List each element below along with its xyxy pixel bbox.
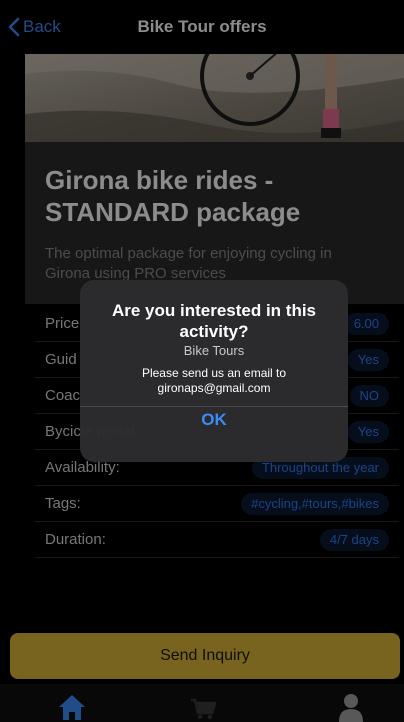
- inquiry-alert-dialog: Are you interested in this activity? Bik…: [80, 280, 348, 462]
- alert-title: Are you interested in this activity?: [111, 301, 317, 341]
- alert-subtitle: Bike Tours: [183, 343, 245, 358]
- ok-button[interactable]: OK: [80, 407, 348, 462]
- alert-email: gironaps@gmail.com: [157, 381, 271, 395]
- alert-message: Please send us an email to gironaps@gmai…: [96, 366, 332, 396]
- alert-message-line: Please send us an email to: [141, 366, 287, 380]
